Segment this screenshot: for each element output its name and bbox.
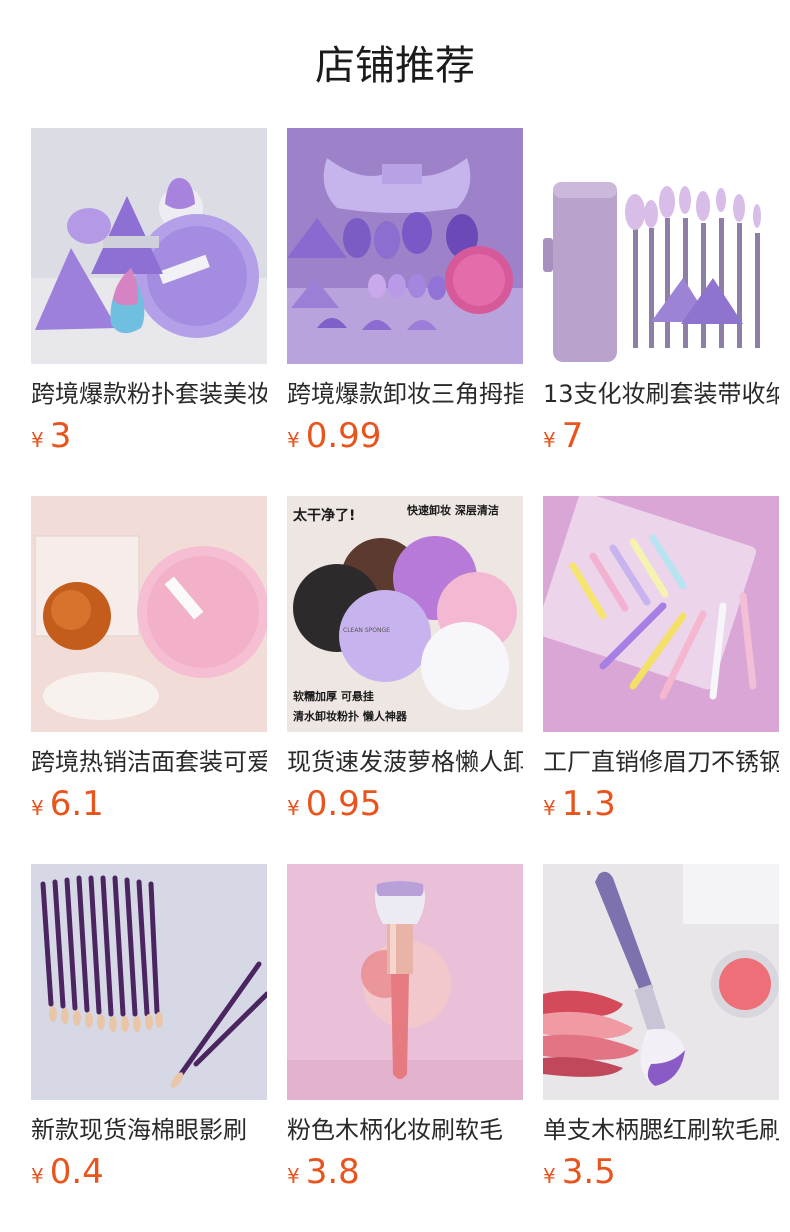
cleansing-pads-image: 太干净了! 快速卸妆 深层清洁 软糯加厚 可悬挂 清水卸妆粉扑 懒人神器 CLE… — [287, 496, 523, 732]
product-card[interactable]: 13支化妆刷套装带收纳 ¥7 — [543, 128, 779, 458]
currency-symbol: ¥ — [287, 1164, 300, 1188]
image-text-top-left: 太干净了! — [293, 507, 355, 524]
price-value: 0.4 — [49, 1152, 104, 1192]
blush-brush-image — [543, 864, 779, 1100]
product-image[interactable] — [31, 128, 267, 364]
product-image[interactable] — [31, 864, 267, 1100]
product-image[interactable] — [543, 496, 779, 732]
price-value: 1.3 — [561, 784, 616, 824]
product-card[interactable]: 粉色木柄化妆刷软毛 ¥3.8 — [287, 864, 523, 1194]
product-name[interactable]: 单支木柄腮红刷软毛刷 — [543, 1112, 779, 1148]
product-image[interactable] — [543, 864, 779, 1100]
product-name[interactable]: 新款现货海棉眼影刷 — [31, 1112, 267, 1148]
product-name[interactable]: 跨境爆款卸妆三角拇指 — [287, 376, 523, 412]
currency-symbol: ¥ — [31, 428, 44, 452]
product-price: ¥0.99 — [287, 414, 523, 458]
sponge-eyeshadow-brushes-image — [31, 864, 267, 1100]
currency-symbol: ¥ — [287, 428, 300, 452]
product-name[interactable]: 跨境热销洁面套装可爱 — [31, 744, 267, 780]
image-text-bottom-1: 软糯加厚 可悬挂 — [293, 689, 374, 703]
product-card[interactable]: 单支木柄腮红刷软毛刷 ¥3.5 — [543, 864, 779, 1194]
price-value: 3.5 — [561, 1152, 616, 1192]
pink-handle-brush-image — [287, 864, 523, 1100]
product-image[interactable] — [287, 864, 523, 1100]
product-price: ¥6.1 — [31, 782, 267, 826]
brush-set-with-holder-image — [543, 128, 779, 364]
currency-symbol: ¥ — [543, 428, 556, 452]
currency-symbol: ¥ — [31, 796, 44, 820]
pink-cleansing-puff-image — [31, 496, 267, 732]
page-title: 店铺推荐 — [315, 43, 475, 89]
image-text-top-right: 快速卸妆 深层清洁 — [406, 503, 499, 517]
product-card[interactable]: 工厂直销修眉刀不锈钢 ¥1.3 — [543, 496, 779, 826]
currency-symbol: ¥ — [543, 796, 556, 820]
product-name[interactable]: 粉色木柄化妆刷软毛 — [287, 1112, 523, 1148]
price-value: 7 — [561, 416, 584, 456]
price-value: 3.8 — [305, 1152, 360, 1192]
product-price: ¥3.8 — [287, 1150, 523, 1194]
price-value: 3 — [49, 416, 72, 456]
product-card[interactable]: 太干净了! 快速卸妆 深层清洁 软糯加厚 可悬挂 清水卸妆粉扑 懒人神器 CLE… — [287, 496, 523, 826]
price-value: 6.1 — [49, 784, 104, 824]
product-image[interactable]: 太干净了! 快速卸妆 深层清洁 软糯加厚 可悬挂 清水卸妆粉扑 懒人神器 CLE… — [287, 496, 523, 732]
eyebrow-razors-image — [543, 496, 779, 732]
purple-makeup-remover-set-image — [287, 128, 523, 364]
product-image[interactable] — [287, 128, 523, 364]
price-value: 0.95 — [305, 784, 382, 824]
product-price: ¥1.3 — [543, 782, 779, 826]
product-name[interactable]: 13支化妆刷套装带收纳 — [543, 376, 779, 412]
currency-symbol: ¥ — [287, 796, 300, 820]
product-price: ¥0.95 — [287, 782, 523, 826]
currency-symbol: ¥ — [31, 1164, 44, 1188]
product-price: ¥3 — [31, 414, 267, 458]
product-image[interactable] — [543, 128, 779, 364]
product-card[interactable]: 跨境热销洁面套装可爱 ¥6.1 — [31, 496, 267, 826]
product-card[interactable]: 跨境爆款卸妆三角拇指 ¥0.99 — [287, 128, 523, 458]
purple-sponge-puff-set-image — [31, 128, 267, 364]
product-name[interactable]: 跨境爆款粉扑套装美妆 — [31, 376, 267, 412]
currency-symbol: ¥ — [543, 1164, 556, 1188]
price-value: 0.99 — [305, 416, 382, 456]
product-price: ¥0.4 — [31, 1150, 267, 1194]
product-card[interactable]: 跨境爆款粉扑套装美妆 ¥3 — [31, 128, 267, 458]
image-text-bottom-2: 清水卸妆粉扑 懒人神器 — [293, 709, 408, 723]
product-name[interactable]: 现货速发菠萝格懒人卸 — [287, 744, 523, 780]
product-image[interactable] — [31, 496, 267, 732]
product-price: ¥7 — [543, 414, 779, 458]
product-card[interactable]: 新款现货海棉眼影刷 ¥0.4 — [31, 864, 267, 1194]
product-name[interactable]: 工厂直销修眉刀不锈钢 — [543, 744, 779, 780]
product-price: ¥3.5 — [543, 1150, 779, 1194]
image-label: CLEAN SPONGE — [343, 627, 390, 634]
